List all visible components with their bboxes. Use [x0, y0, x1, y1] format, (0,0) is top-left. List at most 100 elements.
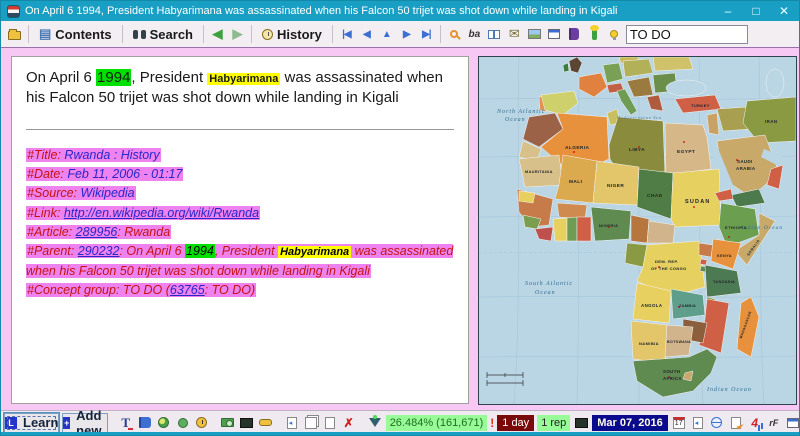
- nav-last-icon: ▶|: [422, 29, 431, 40]
- meta-concept-text: TO DO (: [119, 283, 169, 297]
- duplicate-button[interactable]: [303, 415, 319, 431]
- dictionary-button[interactable]: [566, 26, 583, 43]
- meta-concept-label: #Concept group:: [27, 283, 119, 297]
- concept-id-link[interactable]: 63765: [170, 283, 205, 297]
- forward-arrow-icon: ▶: [233, 26, 243, 42]
- font-button[interactable]: ba: [466, 26, 483, 43]
- add-new-button[interactable]: + Add new: [62, 413, 107, 433]
- binoculars-icon: [133, 30, 146, 39]
- country-label-saudi-2: ARABIA: [736, 166, 756, 171]
- todo-input[interactable]: [626, 25, 748, 44]
- contents-label: Contents: [55, 27, 111, 42]
- timer-button[interactable]: [194, 415, 210, 431]
- prev-element-button[interactable]: ◀: [358, 26, 375, 43]
- country-label-drc-2: OF THE CONGO: [651, 266, 687, 271]
- web-button[interactable]: [709, 415, 725, 431]
- close-button[interactable]: ✕: [777, 1, 791, 21]
- next-element-button[interactable]: ▶: [398, 26, 415, 43]
- country-label-libya: LIBYA: [629, 147, 645, 153]
- dark-screen-icon: [240, 418, 253, 428]
- meta-link-line: #Link: http://en.wikipedia.org/wiki/Rwan…: [26, 204, 454, 223]
- country-label-turkey: TURKEY: [691, 103, 710, 108]
- minimize-button[interactable]: –: [721, 1, 735, 21]
- history-button[interactable]: History: [257, 25, 327, 44]
- text-format-button[interactable]: T: [118, 415, 134, 431]
- title-bar: On April 6 1994, President Habyarimana w…: [1, 1, 800, 21]
- article-panel[interactable]: On April 6 1994, President Habyarimana w…: [11, 56, 469, 404]
- parent-element-button[interactable]: ▲: [378, 26, 395, 43]
- ocean-label-south-atlantic-2: Ocean: [535, 290, 556, 296]
- zoom-button[interactable]: [446, 26, 463, 43]
- nav-next-icon: ▶: [403, 29, 410, 40]
- open-book-icon: [488, 30, 500, 39]
- country-label-chad: CHAD: [647, 193, 663, 199]
- delete-button[interactable]: ✗: [341, 415, 357, 431]
- first-element-button[interactable]: |◀: [338, 26, 355, 43]
- read-button[interactable]: [486, 26, 503, 43]
- hint-button[interactable]: [606, 26, 623, 43]
- meta-title-value: Rwanda : History: [61, 148, 160, 162]
- green-lamp-icon: [592, 29, 597, 40]
- monitor-button[interactable]: [573, 415, 589, 431]
- meta-article-label: #Article:: [27, 225, 72, 239]
- edit-button[interactable]: [728, 415, 744, 431]
- mail-button[interactable]: ✉: [506, 26, 523, 43]
- country-label-south-africa: SOUTH: [663, 369, 680, 374]
- export-button[interactable]: [690, 415, 706, 431]
- meta-parent-text: : On April 6: [119, 244, 185, 258]
- learn-icon: L: [5, 417, 17, 429]
- sphere-button[interactable]: [175, 415, 191, 431]
- image-button[interactable]: [526, 26, 543, 43]
- statistics-button[interactable]: 4: [747, 415, 763, 431]
- wikipedia-link[interactable]: http://en.wikipedia.org/wiki/Rwanda: [64, 206, 259, 220]
- blue-book-icon: [139, 417, 151, 428]
- tasklist-button[interactable]: [586, 26, 603, 43]
- window-button[interactable]: [785, 415, 800, 431]
- layout-button[interactable]: [546, 26, 563, 43]
- forward-button[interactable]: ▶: [229, 26, 246, 43]
- contents-icon: ▤: [39, 26, 51, 42]
- copy-button[interactable]: [284, 415, 300, 431]
- country-label-ethiopia: ETHIOPIA: [725, 225, 747, 230]
- learn-button[interactable]: L Learn: [4, 413, 59, 433]
- separator: [440, 25, 441, 43]
- meta-date-line: #Date: Feb 11, 2006 - 01:17: [26, 165, 454, 184]
- capture-button[interactable]: [220, 415, 236, 431]
- funnel-icon: [369, 418, 381, 427]
- paste-button[interactable]: [322, 415, 338, 431]
- heading-year-highlight: 1994: [96, 69, 131, 86]
- maximize-button[interactable]: □: [749, 1, 763, 21]
- history-icon: [262, 29, 273, 40]
- meta-title-line: #Title: Rwanda : History: [26, 146, 454, 165]
- last-element-button[interactable]: ▶|: [418, 26, 435, 43]
- app-icon: [7, 5, 20, 18]
- calendar-button[interactable]: 17: [671, 415, 687, 431]
- contents-button[interactable]: ▤ Contents: [34, 24, 117, 44]
- repetitions-badge: 1 rep: [537, 415, 570, 431]
- filter-button[interactable]: [367, 415, 383, 431]
- back-button[interactable]: ◀: [209, 26, 226, 43]
- parent-id-link[interactable]: 290232: [78, 244, 120, 258]
- highlight-button[interactable]: [258, 415, 274, 431]
- blank-page-icon: [325, 417, 335, 429]
- meta-link-label: #Link:: [27, 206, 60, 220]
- article-id-link[interactable]: 289956: [76, 225, 118, 239]
- separator: [28, 25, 29, 43]
- country-label-botswana: BOTSWANA: [667, 340, 691, 344]
- country-label-south-africa-2: AFRICA: [663, 376, 682, 381]
- monitor-icon: [575, 418, 588, 428]
- notes-button[interactable]: [137, 415, 153, 431]
- formula-button[interactable]: rF: [766, 415, 782, 431]
- heading-text: On April 6: [26, 69, 96, 86]
- search-button[interactable]: Search: [128, 25, 198, 44]
- bulb-icon: [610, 30, 618, 38]
- next-review-date: Mar 07, 2016: [592, 415, 667, 431]
- country-label-niger: NIGER: [607, 183, 624, 189]
- open-file-button[interactable]: [6, 26, 23, 43]
- meta-source-label: #Source:: [27, 186, 77, 200]
- nav-up-icon: ▲: [382, 29, 391, 40]
- fullscreen-button[interactable]: [239, 415, 255, 431]
- knowledge-tree-button[interactable]: [156, 415, 172, 431]
- search-label: Search: [150, 27, 193, 42]
- open-folder-icon: [8, 31, 21, 40]
